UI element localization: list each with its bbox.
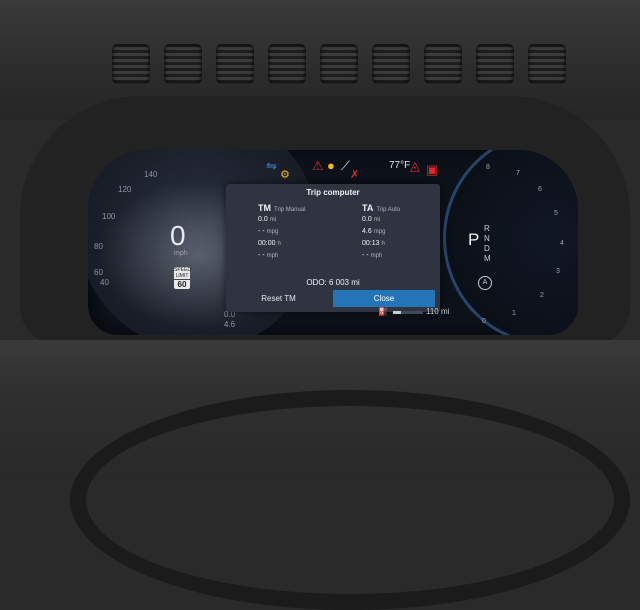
trip-manual-label: Trip Manual xyxy=(274,207,306,213)
rpm-tick: 2 xyxy=(540,292,544,299)
rpm-tick: 5 xyxy=(554,210,558,217)
reset-tm-button[interactable]: Reset TM xyxy=(226,290,331,307)
rpm-tick: 7 xyxy=(516,170,520,177)
rpm-tick: 6 xyxy=(538,186,542,193)
warning-triangle-icon: ⚠ xyxy=(312,158,324,173)
speed-tick: 140 xyxy=(144,170,158,179)
tire-pressure-icon: ◬ xyxy=(410,158,420,173)
gear-indicator: P xyxy=(468,230,480,249)
instrument-cluster: 140 120 100 80 60 40 0 mph SPEED LIMIT 6… xyxy=(88,150,578,335)
speed-tick: 80 xyxy=(94,242,103,251)
speed-tick: 60 xyxy=(94,268,103,277)
gauge-value: 4.6 xyxy=(224,320,236,329)
road-sign-icon: ⟋ xyxy=(341,158,351,173)
gauge-bottom-values: 0.0 4.6 xyxy=(224,310,235,330)
dialog-title: Trip computer xyxy=(306,188,360,197)
vent-slot xyxy=(268,44,306,84)
auto-hold-icon: A xyxy=(478,276,492,290)
trip-value-unit: h xyxy=(277,241,281,247)
steering-wheel xyxy=(70,390,630,610)
door-open-icon: ▣ xyxy=(426,162,439,177)
gear-option: N xyxy=(484,234,490,243)
rpm-tick: 8 xyxy=(486,164,490,171)
fuel-icon: ⛽ xyxy=(378,307,388,316)
trip-value-number: 0.0 xyxy=(258,216,268,223)
vent-slot xyxy=(372,44,410,84)
trip-value: - - mph xyxy=(362,252,452,261)
trip-value-number: 0.0 xyxy=(362,216,372,223)
trip-value: 4.6 mpg xyxy=(362,228,452,237)
vent-slot xyxy=(216,44,254,84)
trip-auto-code: TA xyxy=(362,203,374,213)
turtle-icon: ● xyxy=(327,158,335,173)
trip-value-unit: h xyxy=(381,241,385,247)
gear-option: M xyxy=(484,254,491,263)
rpm-tick: 0 xyxy=(482,318,486,325)
speed-tick: 40 xyxy=(100,278,109,287)
speed-limit-sign: SPEED LIMIT 60 xyxy=(174,267,191,289)
gear-option: D xyxy=(484,244,490,253)
air-vent xyxy=(112,44,592,88)
trip-value-number: - - xyxy=(258,228,265,235)
trip-value-unit: mpg xyxy=(373,229,386,235)
trip-value-number: 00:00 xyxy=(258,240,276,247)
speed-tick: 120 xyxy=(118,185,132,194)
trip-auto-label: Trip Auto xyxy=(376,207,401,213)
trip-value: 0.0 mi xyxy=(258,216,348,225)
range-value: 110 mi xyxy=(426,307,449,316)
seatbelt-icon: ✗ xyxy=(350,169,360,181)
trip-value-unit: mph xyxy=(266,253,279,259)
trip-value-unit: mpg xyxy=(266,229,279,235)
range-readout: ⛽ xyxy=(378,307,388,316)
vent-slot xyxy=(164,44,202,84)
fuel-level-bar xyxy=(393,311,423,314)
trip-value-unit: mi xyxy=(373,217,381,223)
range-number: 110 xyxy=(426,307,439,316)
speed-limit-label: SPEED LIMIT xyxy=(174,267,191,279)
trip-value-unit: mi xyxy=(269,217,277,223)
trip-value: 0.0 mi xyxy=(362,216,452,225)
range-unit: mi xyxy=(441,307,450,316)
gear-option: R xyxy=(484,224,490,233)
vent-slot xyxy=(528,44,566,84)
close-button[interactable]: Close xyxy=(333,290,435,307)
trip-auto-column: TA Trip Auto 0.0 mi 4.6 mpg 00:13 h - - mph xyxy=(362,203,452,261)
outside-temperature: 77°F xyxy=(389,160,411,171)
vent-slot xyxy=(320,44,358,84)
warning-lights: ⇋ ⚙ ⚠ ● ⟋ ✗ ◬ ▣ xyxy=(264,158,464,181)
trip-value: 00:13 h xyxy=(362,240,452,249)
trip-computer-dialog: Trip computer TM Trip Manual 0.0 mi - - mpg… xyxy=(226,184,440,312)
trip-manual-header: TM Trip Manual xyxy=(258,203,348,213)
trip-manual-column: TM Trip Manual 0.0 mi - - mpg 00:00 h - - mph xyxy=(258,203,348,261)
trip-value-unit: mph xyxy=(370,253,383,259)
rpm-tick: 1 xyxy=(512,310,516,317)
trip-value: 00:00 h xyxy=(258,240,348,249)
speed-unit: mph xyxy=(174,250,188,257)
trip-value: - - mpg xyxy=(258,228,348,237)
trip-value-number: - - xyxy=(362,252,369,259)
trip-manual-code: TM xyxy=(258,203,271,213)
trip-value-number: 00:13 xyxy=(362,240,380,247)
odometer: ODO: 6 003 mi xyxy=(306,278,360,287)
engine-check-icon: ⚙ xyxy=(280,169,290,181)
rpm-tick: 3 xyxy=(556,268,560,275)
rpm-tick: 4 xyxy=(560,240,564,247)
trip-value-number: 4.6 xyxy=(362,228,372,235)
gear-options: R N D M xyxy=(484,224,491,264)
speed-limit-value: 60 xyxy=(174,279,190,289)
vent-slot xyxy=(112,44,150,84)
speed-tick: 100 xyxy=(102,212,116,221)
trip-value-number: - - xyxy=(258,252,265,259)
trip-value: - - mph xyxy=(258,252,348,261)
trip-auto-header: TA Trip Auto xyxy=(362,203,452,213)
vent-slot xyxy=(424,44,462,84)
vent-slot xyxy=(476,44,514,84)
lane-assist-icon: ⇋ xyxy=(266,158,277,173)
speed-readout: 0 xyxy=(170,220,186,251)
